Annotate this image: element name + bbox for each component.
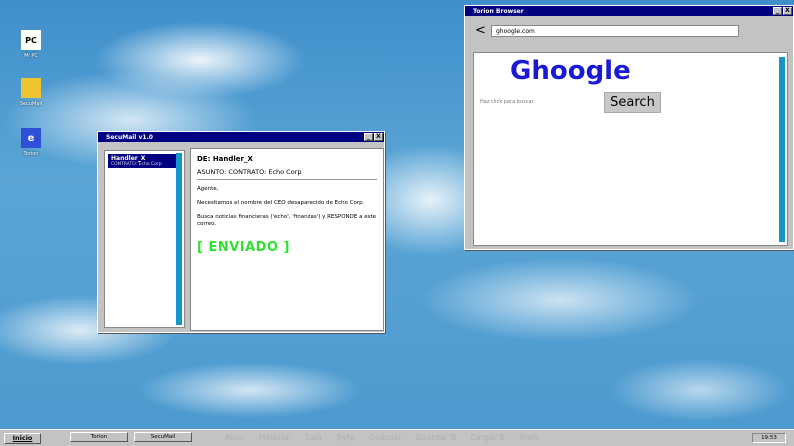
ghost-menu-item[interactable]: Salir <box>305 433 323 442</box>
mail-body: Handler_X CONTRATO: Echo Corp DE: Handle… <box>102 148 384 331</box>
desktop-icon-torion[interactable]: e Torion <box>16 128 46 157</box>
desktop-icon-label: SecuMail <box>19 101 43 107</box>
secumail-window: SecuMail v1.0 _ X Handler_X CONTRATO: Ec… <box>97 131 385 333</box>
computer-icon: PC <box>21 30 41 50</box>
taskbar-item-secumail[interactable]: SecuMail <box>134 432 192 442</box>
ghost-menu-item[interactable]: Guardar <box>369 433 402 442</box>
ghost-menu-item[interactable]: Prefs <box>519 433 539 442</box>
window-title: SecuMail v1.0 <box>106 133 153 141</box>
ghost-menu-item[interactable]: Guardar B <box>415 433 456 442</box>
ghost-menu-item[interactable]: Material <box>258 433 291 442</box>
close-button[interactable]: X <box>374 133 383 141</box>
ghost-menu-item[interactable]: Cargar B <box>470 433 505 442</box>
message-from: DE: Handler_X <box>197 155 253 163</box>
message-paragraph: Busca noticias financieras ('echo', 'fin… <box>197 214 377 227</box>
message-body: Agente, Necesitamos el nombre del CEO de… <box>197 186 377 228</box>
ghost-menu-item[interactable]: Byte <box>337 433 355 442</box>
search-input[interactable] <box>480 97 600 107</box>
browser-titlebar[interactable]: Torion Browser _ X <box>465 6 793 16</box>
search-button[interactable]: Search <box>604 92 661 113</box>
taskbar: Inicio Torion SecuMail Abrir Material Sa… <box>0 429 794 446</box>
ghoogle-logo: Ghoogle <box>510 56 631 86</box>
address-bar[interactable] <box>491 25 739 37</box>
back-button[interactable]: < <box>475 24 489 37</box>
page-scrollbar[interactable] <box>779 57 785 242</box>
browser-icon: e <box>21 128 41 148</box>
window-controls: _ X <box>364 133 384 141</box>
desktop-icon-label: Torion <box>23 151 39 157</box>
desktop-icon-my-pc[interactable]: PC Mi PC <box>16 30 46 59</box>
inbox-scrollbar[interactable] <box>176 153 182 325</box>
desktop-icon-secumail[interactable]: SecuMail <box>16 78 46 107</box>
minimize-button[interactable]: _ <box>773 7 782 15</box>
message-subject: ASUNTO: CONTRATO: Echo Corp <box>197 168 377 180</box>
close-button[interactable]: X <box>783 7 792 15</box>
ghost-menu-item[interactable]: Abrir <box>225 433 244 442</box>
inbox-item-from: Handler_X <box>111 155 146 162</box>
start-button[interactable]: Inicio <box>4 432 41 444</box>
taskbar-clock: 19:53 <box>752 433 786 443</box>
inbox-list: Handler_X CONTRATO: Echo Corp <box>104 150 185 328</box>
minimize-button[interactable]: _ <box>364 133 373 141</box>
desktop-icon-label: Mi PC <box>24 53 38 59</box>
window-title: Torion Browser <box>473 7 524 15</box>
taskbar-item-torion[interactable]: Torion <box>70 432 128 442</box>
browser-window: Torion Browser _ X < Ghoogle Search <box>464 5 794 250</box>
secumail-titlebar[interactable]: SecuMail v1.0 _ X <box>98 132 384 142</box>
window-controls: _ X <box>773 7 793 15</box>
browser-page: Ghoogle Search <box>473 52 788 246</box>
address-row: < <box>475 24 793 38</box>
inbox-item[interactable]: Handler_X CONTRATO: Echo Corp <box>108 154 181 168</box>
inbox-item-subject: CONTRATO: Echo Corp <box>111 162 162 167</box>
message-view: DE: Handler_X ASUNTO: CONTRATO: Echo Cor… <box>190 148 384 331</box>
message-greeting: Agente, <box>197 186 219 192</box>
mail-folder-icon <box>21 78 41 98</box>
message-paragraph: Necesitamos el nombre del CEO desapareci… <box>197 200 365 206</box>
sent-status: [ ENVIADO ] <box>197 240 290 255</box>
ghost-menu: Abrir Material Salir Byte Guardar Guarda… <box>225 433 539 442</box>
